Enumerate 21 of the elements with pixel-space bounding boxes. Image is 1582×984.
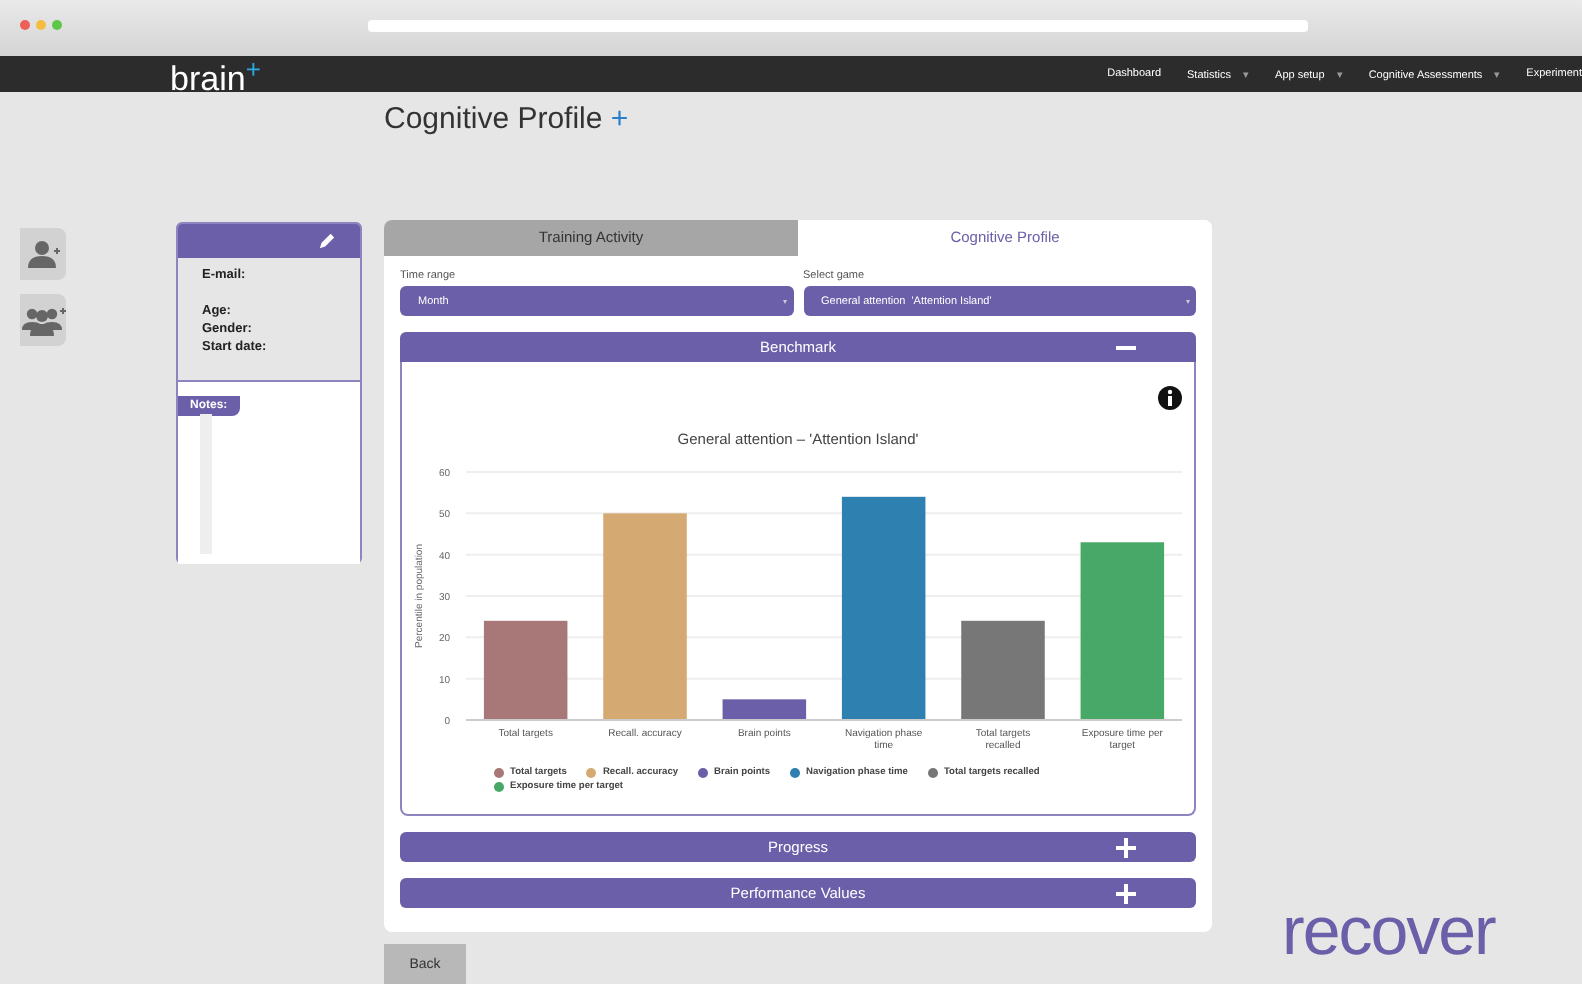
notes-scrollbar[interactable] [200, 414, 212, 554]
brain-logo[interactable]: brain$^{+}$ [170, 51, 261, 97]
maximize-window-icon[interactable] [52, 20, 62, 30]
bar[interactable] [483, 620, 568, 720]
bar[interactable] [722, 699, 807, 720]
minimize-window-icon[interactable] [36, 20, 46, 30]
info-icon[interactable] [1158, 386, 1182, 410]
plus-icon [1116, 883, 1136, 903]
recover-logo: recover [1282, 892, 1495, 972]
bar[interactable] [961, 620, 1045, 720]
user-add-button[interactable] [20, 228, 66, 280]
address-field[interactable] [368, 20, 1308, 32]
bar[interactable] [841, 496, 926, 720]
group-add-button[interactable] [20, 294, 66, 346]
user-add-icon [27, 240, 59, 268]
plus-icon [1116, 837, 1136, 857]
bar[interactable] [1080, 542, 1165, 720]
close-window-icon[interactable] [20, 20, 30, 30]
page-title: Cognitive Profile + [384, 102, 631, 140]
pencil-icon[interactable] [318, 232, 336, 250]
group-icon [21, 304, 65, 336]
